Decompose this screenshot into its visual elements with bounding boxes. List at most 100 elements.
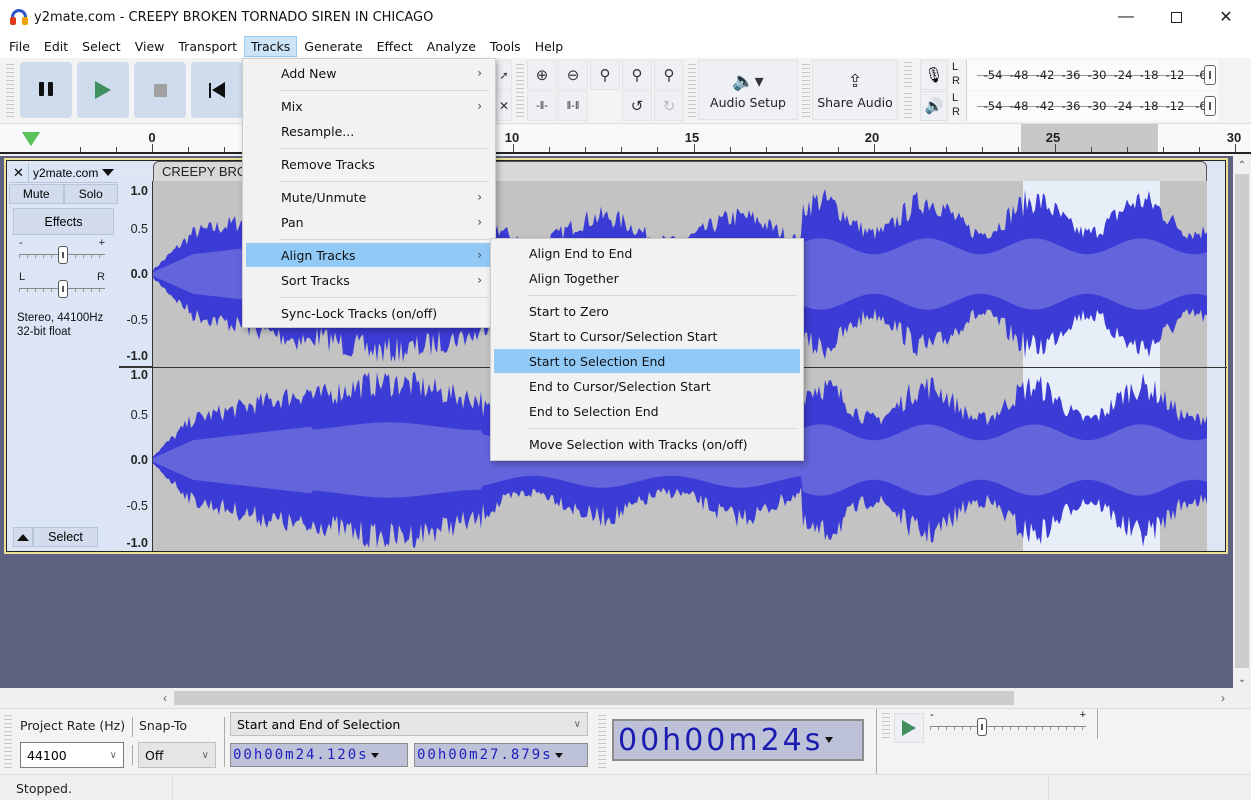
menu-item-sync-lock-tracks-on-off[interactable]: Sync-Lock Tracks (on/off) — [246, 301, 492, 325]
toolbar-grip[interactable] — [6, 64, 14, 118]
play-speed-knob[interactable] — [977, 718, 987, 736]
toolbar-grip[interactable] — [688, 64, 696, 118]
solo-button[interactable]: Solo — [63, 184, 118, 204]
menu-item-resample[interactable]: Resample... — [246, 119, 492, 143]
vertical-scroll-thumb[interactable] — [1235, 174, 1249, 668]
toolbar-grip[interactable] — [598, 715, 606, 769]
selection-start-time[interactable]: 00h00m24.120s — [230, 743, 408, 767]
audio-position-display[interactable]: 00h00m24s — [612, 719, 864, 761]
skip-to-start-button[interactable] — [191, 62, 243, 118]
gain-slider-knob[interactable] — [58, 246, 68, 264]
amp-label: 0.5 — [130, 222, 148, 236]
menu-item-remove-tracks[interactable]: Remove Tracks — [246, 152, 492, 176]
submenu-item-align-together[interactable]: Align Together — [494, 266, 800, 290]
toolbar-grip[interactable] — [4, 715, 12, 769]
submenu-item-align-end-to-end[interactable]: Align End to End — [494, 241, 800, 265]
speaker-icon[interactable]: 🔊 — [920, 91, 948, 121]
scroll-down-icon[interactable]: ⌄ — [1233, 670, 1251, 688]
minimize-button[interactable]: — — [1101, 0, 1151, 34]
menu-select[interactable]: Select — [75, 36, 128, 57]
effects-button[interactable]: Effects — [13, 208, 114, 235]
track-close-button[interactable]: ✕ — [9, 163, 29, 183]
toolbar-grip[interactable] — [516, 64, 524, 118]
menu-item-align-tracks[interactable]: Align Tracks › — [246, 243, 492, 267]
collapse-track-button[interactable] — [13, 527, 33, 547]
project-rate-label: Project Rate (Hz) — [20, 718, 126, 733]
menu-item-sort-tracks[interactable]: Sort Tracks › — [246, 268, 492, 292]
fit-selection-icon: ⚲ — [599, 67, 611, 84]
trim-outside-button[interactable]: -‖- — [527, 91, 557, 121]
timeline-play-button[interactable] — [14, 126, 48, 152]
timeline-ruler[interactable]: 0 5 10 15 20 25 30 — [0, 124, 1251, 154]
play-at-speed-button[interactable] — [894, 713, 924, 743]
share-audio-button[interactable]: ⇪ Share Audio — [812, 60, 898, 120]
horizontal-scroll-thumb[interactable] — [174, 691, 1014, 705]
close-button[interactable]: ✕ — [1201, 0, 1251, 34]
menu-analyze[interactable]: Analyze — [420, 36, 483, 57]
audacity-logo-icon — [10, 9, 28, 25]
scroll-right-icon[interactable]: › — [1214, 688, 1232, 708]
pan-slider-knob[interactable] — [58, 280, 68, 298]
menu-item-mute-unmute[interactable]: Mute/Unmute › — [246, 185, 492, 209]
multi-tool-button[interactable]: ✕ — [496, 91, 512, 121]
snap-to-select[interactable]: Off ∨ — [138, 742, 216, 768]
submenu-item-end-to-cursor-selection-start[interactable]: End to Cursor/Selection Start — [494, 374, 800, 398]
gain-slider[interactable]: - + — [19, 237, 105, 265]
fit-project-button[interactable]: ⚲ — [622, 60, 652, 90]
recording-meter[interactable]: 🎙 LR -54 -48 -42 -36 -30 -24 -18 -12 -6 — [904, 60, 1228, 90]
selection-end-time[interactable]: 00h00m27.879s — [414, 743, 588, 767]
track-name-menu[interactable]: y2mate.com — [29, 163, 118, 182]
pan-slider[interactable]: L R — [19, 271, 105, 299]
menu-generate[interactable]: Generate — [297, 36, 369, 57]
audio-setup-label: Audio Setup — [710, 94, 786, 110]
zoom-toggle-button[interactable]: ⚲ — [654, 60, 684, 90]
menu-item-mix[interactable]: Mix › — [246, 94, 492, 118]
playback-meter-scale[interactable]: -54 -48 -42 -36 -30 -24 -18 -12 -6 — [966, 91, 1218, 121]
menu-item-label: Start to Zero — [529, 303, 609, 319]
playback-meter[interactable]: 🔊 LR -54 -48 -42 -36 -30 -24 -18 -12 -6 — [904, 91, 1228, 121]
menu-tracks[interactable]: Tracks — [244, 35, 298, 57]
undo-button[interactable]: ↺ — [622, 91, 652, 121]
microphone-icon[interactable]: 🎙 — [920, 60, 948, 90]
zoom-in-button[interactable]: ⊕ — [527, 60, 557, 90]
horizontal-scrollbar[interactable]: ‹ › — [0, 688, 1251, 708]
playback-level-knob[interactable] — [1204, 96, 1216, 116]
recording-meter-scale[interactable]: -54 -48 -42 -36 -30 -24 -18 -12 -6 — [966, 60, 1218, 90]
submenu-item-end-to-selection-end[interactable]: End to Selection End — [494, 399, 800, 423]
zoom-out-button[interactable]: ⊖ — [558, 60, 588, 90]
project-rate-select[interactable]: 44100 ∨ — [20, 742, 124, 768]
submenu-item-start-to-selection-end[interactable]: Start to Selection End — [494, 349, 800, 373]
menu-effect[interactable]: Effect — [370, 36, 420, 57]
menu-file[interactable]: File — [2, 36, 37, 57]
track-select-button[interactable]: Select — [33, 527, 98, 547]
maximize-button[interactable] — [1151, 0, 1201, 34]
scroll-up-icon[interactable]: ⌃ — [1233, 156, 1251, 174]
menu-transport[interactable]: Transport — [171, 36, 244, 57]
toolbar-grip[interactable] — [802, 64, 810, 118]
audio-setup-button[interactable]: 🔈▾ Audio Setup — [698, 60, 798, 120]
play-speed-slider[interactable]: - + — [930, 709, 1086, 737]
selection-mode-select[interactable]: Start and End of Selection ∨ — [230, 712, 588, 736]
pause-button[interactable] — [20, 62, 72, 118]
scroll-left-icon[interactable]: ‹ — [156, 688, 174, 708]
play-button[interactable] — [77, 62, 129, 118]
vertical-scrollbar[interactable]: ⌃ ⌄ — [1233, 156, 1251, 688]
menu-item-add-new[interactable]: Add New › — [246, 61, 492, 85]
menu-tools[interactable]: Tools — [483, 36, 528, 57]
menu-item-pan[interactable]: Pan › — [246, 210, 492, 234]
window-title: y2mate.com - CREEPY BROKEN TORNADO SIREN… — [34, 9, 434, 25]
submenu-item-start-to-cursor-selection-start[interactable]: Start to Cursor/Selection Start — [494, 324, 800, 348]
submenu-item-move-selection-with-tracks-on-off[interactable]: Move Selection with Tracks (on/off) — [494, 432, 800, 456]
draw-tool-button[interactable]: ➚ — [496, 60, 512, 90]
stop-button[interactable] — [134, 62, 186, 118]
recording-level-knob[interactable] — [1204, 65, 1216, 85]
fit-selection-button[interactable]: ⚲ — [590, 60, 620, 90]
menu-help[interactable]: Help — [528, 36, 571, 57]
submenu-item-start-to-zero[interactable]: Start to Zero — [494, 299, 800, 323]
menu-edit[interactable]: Edit — [37, 36, 75, 57]
silence-selection-button[interactable]: ‖-‖ — [558, 91, 588, 121]
toolbar-grip[interactable] — [882, 713, 890, 741]
mute-button[interactable]: Mute — [9, 184, 64, 204]
menu-view[interactable]: View — [128, 36, 172, 57]
redo-button[interactable]: ↻ — [654, 91, 684, 121]
